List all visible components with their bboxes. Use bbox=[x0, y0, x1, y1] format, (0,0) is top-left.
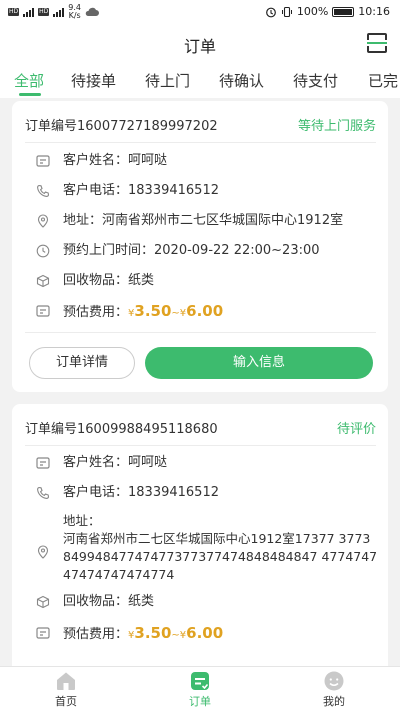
vibrate-icon bbox=[281, 6, 292, 17]
estimated-fee: ¥3.50~¥6.00 bbox=[128, 302, 224, 320]
address-row: 地址： 河南省郑州市二七区华城国际中心1912室17377 37738499484… bbox=[36, 512, 378, 584]
header: 订单 bbox=[0, 24, 400, 62]
order-number: 订单编号16009988495118680 bbox=[25, 422, 218, 437]
estimated-fee: ¥3.50~¥6.00 bbox=[128, 624, 224, 642]
nav-profile[interactable]: 我的 bbox=[294, 667, 374, 711]
input-info-button[interactable]: 输入信息 bbox=[145, 347, 373, 379]
recycle-items: 纸类 bbox=[128, 273, 155, 288]
status-bar: HD HD 9.4 K/s 100% 10:16 bbox=[0, 0, 400, 24]
name-card-icon bbox=[36, 155, 50, 167]
location-icon bbox=[37, 545, 49, 559]
recycle-items: 纸类 bbox=[128, 594, 155, 609]
location-icon bbox=[37, 214, 49, 228]
appointment-time-row: 预约上门时间：2020-09-22 22:00~23:00 bbox=[36, 241, 378, 261]
tab-active-indicator bbox=[19, 93, 41, 96]
order-detail-button[interactable]: 订单详情 bbox=[29, 347, 135, 379]
recycle-items-row: 回收物品：纸类 bbox=[36, 271, 378, 291]
customer-phone: 18339416512 bbox=[128, 183, 219, 198]
nav-order[interactable]: 订单 bbox=[160, 667, 240, 711]
estimated-fee-row: 预估费用：¥3.50~¥6.00 bbox=[36, 623, 378, 646]
tab-pending-confirm[interactable]: 待确认 bbox=[219, 70, 264, 91]
profile-icon bbox=[324, 671, 344, 691]
order-status: 待评价 bbox=[336, 422, 376, 437]
appointment-time: 2020-09-22 22:00~23:00 bbox=[154, 243, 320, 258]
status-right: 100% 10:16 bbox=[265, 5, 390, 18]
customer-name: 呵呵哒 bbox=[128, 455, 168, 470]
order-card: 订单编号16007727189997202 等待上门服务 客户姓名：呵呵哒 客户… bbox=[12, 101, 388, 392]
box-icon bbox=[36, 595, 50, 609]
bottom-nav: 首页 订单 我的 bbox=[0, 666, 400, 711]
customer-phone-row: 客户电话：18339416512 bbox=[36, 181, 378, 201]
hd-icon: HD bbox=[8, 8, 20, 16]
customer-name-row: 客户姓名：呵呵哒 bbox=[36, 453, 378, 473]
alarm-icon bbox=[265, 7, 276, 17]
address-text: 河南省郑州市二七区华城国际中心1912室 bbox=[102, 213, 344, 228]
clock-icon bbox=[36, 244, 50, 258]
network-speed: 9.4 K/s bbox=[68, 3, 82, 20]
signal-icon bbox=[23, 7, 35, 17]
recycle-items-row: 回收物品：纸类 bbox=[36, 592, 378, 612]
fee-card-icon bbox=[36, 305, 50, 317]
order-status: 等待上门服务 bbox=[297, 119, 376, 134]
order-icon bbox=[191, 672, 209, 690]
tab-pending-pay[interactable]: 待支付 bbox=[293, 70, 338, 91]
order-number: 订单编号16007727189997202 bbox=[25, 119, 218, 134]
customer-name: 呵呵哒 bbox=[128, 153, 168, 168]
signal-icon-2 bbox=[53, 7, 65, 17]
phone-icon bbox=[37, 486, 50, 499]
box-icon bbox=[36, 274, 50, 288]
phone-icon bbox=[37, 184, 50, 197]
customer-phone: 18339416512 bbox=[128, 485, 219, 500]
scan-icon[interactable] bbox=[366, 32, 388, 54]
nav-home[interactable]: 首页 bbox=[26, 667, 106, 711]
cloud-icon bbox=[85, 7, 100, 16]
battery-percent: 100% bbox=[296, 5, 329, 18]
hd-icon-2: HD bbox=[38, 8, 50, 16]
estimated-fee-row: 预估费用：¥3.50~¥6.00 bbox=[36, 301, 378, 324]
card-divider bbox=[25, 332, 376, 333]
status-left: HD HD 9.4 K/s bbox=[8, 3, 100, 20]
name-card-icon bbox=[36, 457, 50, 469]
tab-all[interactable]: 全部 bbox=[14, 70, 44, 91]
order-card: 订单编号16009988495118680 待评价 客户姓名：呵呵哒 客户电话：… bbox=[12, 404, 388, 666]
nav-home-label: 首页 bbox=[55, 695, 77, 708]
clock: 10:16 bbox=[358, 5, 390, 18]
tab-pending-visit[interactable]: 待上门 bbox=[145, 70, 190, 91]
battery-icon bbox=[332, 6, 355, 17]
customer-name-row: 客户姓名：呵呵哒 bbox=[36, 151, 378, 171]
tab-pending-accept[interactable]: 待接单 bbox=[71, 70, 116, 91]
page-title: 订单 bbox=[183, 37, 216, 56]
order-card-header: 订单编号16007727189997202 等待上门服务 bbox=[25, 101, 376, 143]
fee-card-icon bbox=[36, 627, 50, 639]
nav-order-label: 订单 bbox=[189, 695, 211, 708]
order-card-header: 订单编号16009988495118680 待评价 bbox=[25, 404, 376, 446]
home-icon bbox=[57, 672, 75, 690]
nav-profile-label: 我的 bbox=[323, 695, 345, 708]
address-row: 地址：河南省郑州市二七区华城国际中心1912室 bbox=[36, 211, 378, 231]
tab-completed[interactable]: 已完 bbox=[368, 70, 398, 91]
address-text: 河南省郑州市二七区华城国际中心1912室17377 37738499484774… bbox=[63, 531, 378, 582]
customer-phone-row: 客户电话：18339416512 bbox=[36, 483, 378, 503]
tab-bar: 全部 待接单 待上门 待确认 待支付 已完 bbox=[0, 62, 400, 98]
